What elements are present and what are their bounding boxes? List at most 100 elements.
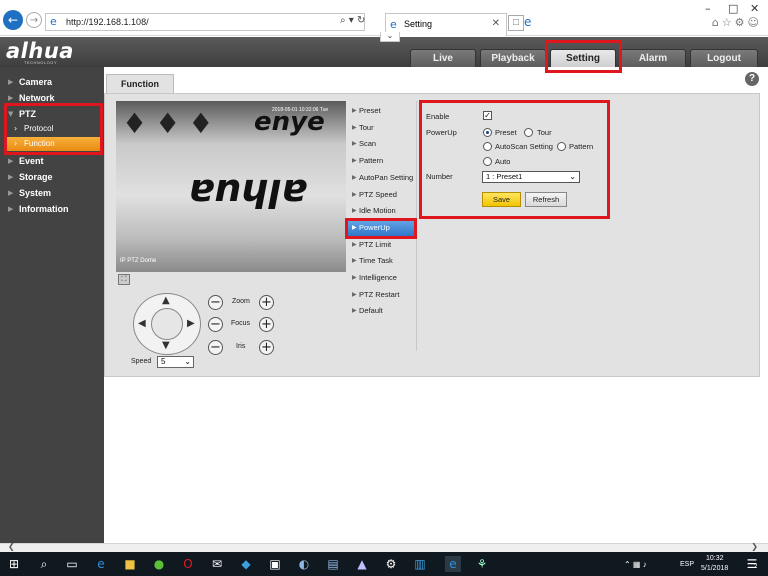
browser-right-icons[interactable]: ⌂☆⚙☺: [712, 16, 762, 29]
language-indicator[interactable]: ESP: [680, 561, 694, 568]
iris-close-button[interactable]: −: [208, 340, 223, 355]
close-window-icon[interactable]: ✕: [750, 2, 759, 15]
edge-icon[interactable]: e: [93, 556, 109, 572]
menu-item-ptz-restart[interactable]: ▶ PTZ Restart: [347, 286, 415, 303]
menu-item-preset[interactable]: ▶ Preset: [347, 102, 415, 119]
app-icon-1[interactable]: ◆: [238, 556, 254, 572]
sidebar-item-information[interactable]: ▶ Information: [0, 201, 104, 217]
close-tab-icon[interactable]: ✕: [492, 18, 500, 29]
left-arrow-icon[interactable]: ◀: [138, 318, 146, 329]
sidebar-subitem-protocol[interactable]: › Protocol: [6, 122, 100, 136]
file-explorer-icon[interactable]: ■: [122, 556, 138, 572]
task-view-icon[interactable]: ▭: [64, 556, 80, 572]
notification-icon[interactable]: ☰: [744, 556, 760, 572]
tab-function[interactable]: Function: [106, 74, 174, 94]
menu-item-intelligence[interactable]: ▶ Intelligence: [347, 269, 415, 286]
clock-date[interactable]: 5/1/2018: [701, 565, 728, 572]
focus-far-button[interactable]: +: [259, 317, 274, 332]
search-icon[interactable]: ⌕: [36, 556, 52, 572]
save-button[interactable]: Save: [482, 192, 521, 207]
nav-alarm[interactable]: Alarm: [620, 49, 686, 67]
menu-item-label: PTZ Limit: [359, 239, 392, 249]
address-bar[interactable]: e http://192.168.1.108/: [45, 13, 365, 31]
iris-open-button[interactable]: +: [259, 340, 274, 355]
focus-near-button[interactable]: −: [208, 317, 223, 332]
menu-item-autopan-setting[interactable]: ▶ AutoPan Setting: [347, 169, 415, 186]
menu-item-ptz-limit[interactable]: ▶ PTZ Limit: [347, 236, 415, 253]
search-refresh-icon[interactable]: ⌕ ▾ ↻: [340, 15, 365, 26]
ptz-center-button[interactable]: [151, 308, 183, 340]
app-icon-2[interactable]: ◐: [296, 556, 312, 572]
sidebar-subitem-function[interactable]: › Function: [6, 137, 100, 151]
app-icon-4[interactable]: ▲: [354, 556, 370, 572]
menu-item-scan[interactable]: ▶ Scan: [347, 135, 415, 152]
sidebar-item-label: PTZ: [19, 109, 36, 119]
sidebar-item-camera[interactable]: ▶ Camera: [0, 74, 104, 90]
refresh-button[interactable]: Refresh: [525, 192, 567, 207]
menu-item-tour[interactable]: ▶ Tour: [347, 119, 415, 136]
nav-setting[interactable]: Setting: [550, 49, 616, 67]
clock-time[interactable]: 10:32: [706, 555, 724, 562]
internet-explorer-icon[interactable]: e: [445, 556, 461, 572]
ie-favicon-icon: e: [390, 18, 397, 31]
radio-preset[interactable]: [483, 128, 492, 137]
chevron-right-icon: ▶: [352, 307, 357, 315]
windows-start-icon[interactable]: ⊞: [6, 556, 22, 572]
minimize-icon[interactable]: –: [705, 2, 711, 15]
menu-item-time-task[interactable]: ▶ Time Task: [347, 252, 415, 269]
terminal-icon[interactable]: ▣: [267, 556, 283, 572]
app-icon-6[interactable]: ⚘: [474, 556, 490, 572]
zoom-in-button[interactable]: +: [259, 295, 274, 310]
radio-pattern[interactable]: [557, 142, 566, 151]
sidebar-item-storage[interactable]: ▶ Storage: [0, 169, 104, 185]
radio-autoscan[interactable]: [483, 142, 492, 151]
speed-select[interactable]: 5 ⌄: [157, 356, 194, 368]
app-icon-5[interactable]: ▥: [412, 556, 428, 572]
browser-tab[interactable]: e Setting ✕: [385, 13, 507, 36]
fullscreen-icon[interactable]: ⛶: [118, 274, 130, 285]
zoom-out-button[interactable]: −: [208, 295, 223, 310]
chrome-icon[interactable]: ●: [151, 556, 167, 572]
nav-live[interactable]: Live: [410, 49, 476, 67]
help-icon[interactable]: ?: [745, 72, 759, 86]
up-arrow-icon[interactable]: ▲: [162, 295, 170, 306]
chevron-right-icon: ▶: [8, 205, 14, 213]
settings-gear-icon[interactable]: ⚙: [383, 556, 399, 572]
scroll-left-icon[interactable]: ❮: [8, 542, 15, 551]
menu-item-label: PTZ Restart: [359, 289, 400, 299]
live-video[interactable]: ♦♦♦ enye alhua 2018-05-01 10:32:06 Tue I…: [116, 101, 346, 272]
opera-icon[interactable]: O: [180, 556, 196, 572]
radio-auto[interactable]: [483, 157, 492, 166]
sidebar-item-event[interactable]: ▶ Event: [0, 153, 104, 169]
number-select[interactable]: 1 : Preset1 ⌄: [482, 171, 580, 183]
right-arrow-icon[interactable]: ▶: [187, 318, 195, 329]
tray-icons[interactable]: ⌃ ▦ ♪: [624, 560, 647, 569]
menu-item-ptz-speed[interactable]: ▶ PTZ Speed: [347, 186, 415, 203]
sidebar-item-system[interactable]: ▶ System: [0, 185, 104, 201]
app-icon-3[interactable]: ▤: [325, 556, 341, 572]
sidebar-item-ptz[interactable]: ▼ PTZ: [0, 106, 104, 122]
sidebar-item-label: Camera: [19, 77, 53, 87]
nav-logout[interactable]: Logout: [690, 49, 758, 67]
chevron-right-icon: ▶: [8, 173, 14, 181]
tab-dropdown-icon[interactable]: ⌄: [380, 32, 400, 42]
horizontal-scrollbar[interactable]: ❮ ❯: [0, 542, 768, 552]
radio-tour[interactable]: [524, 128, 533, 137]
menu-item-idle-motion[interactable]: ▶ Idle Motion: [347, 202, 415, 219]
maximize-icon[interactable]: □: [728, 2, 738, 15]
down-arrow-icon[interactable]: ▼: [162, 340, 170, 351]
mail-icon[interactable]: ✉: [209, 556, 225, 572]
chevron-right-icon: ▶: [8, 157, 14, 165]
menu-item-default[interactable]: ▶ Default: [347, 302, 415, 319]
ie-logo-icon[interactable]: e: [524, 15, 531, 29]
menu-item-powerup[interactable]: ▶ PowerUp: [347, 218, 415, 236]
enable-checkbox[interactable]: ✓: [483, 111, 492, 120]
brand-logo-sub: TECHNOLOGY: [24, 60, 58, 65]
sidebar-item-network[interactable]: ▶ Network: [0, 90, 104, 106]
nav-playback[interactable]: Playback: [480, 49, 546, 67]
new-tab-icon[interactable]: □: [508, 15, 524, 31]
scroll-right-icon[interactable]: ❯: [751, 542, 758, 551]
back-arrow-icon[interactable]: ←: [3, 10, 23, 30]
menu-item-pattern[interactable]: ▶ Pattern: [347, 152, 415, 169]
forward-arrow-icon[interactable]: →: [26, 12, 42, 28]
